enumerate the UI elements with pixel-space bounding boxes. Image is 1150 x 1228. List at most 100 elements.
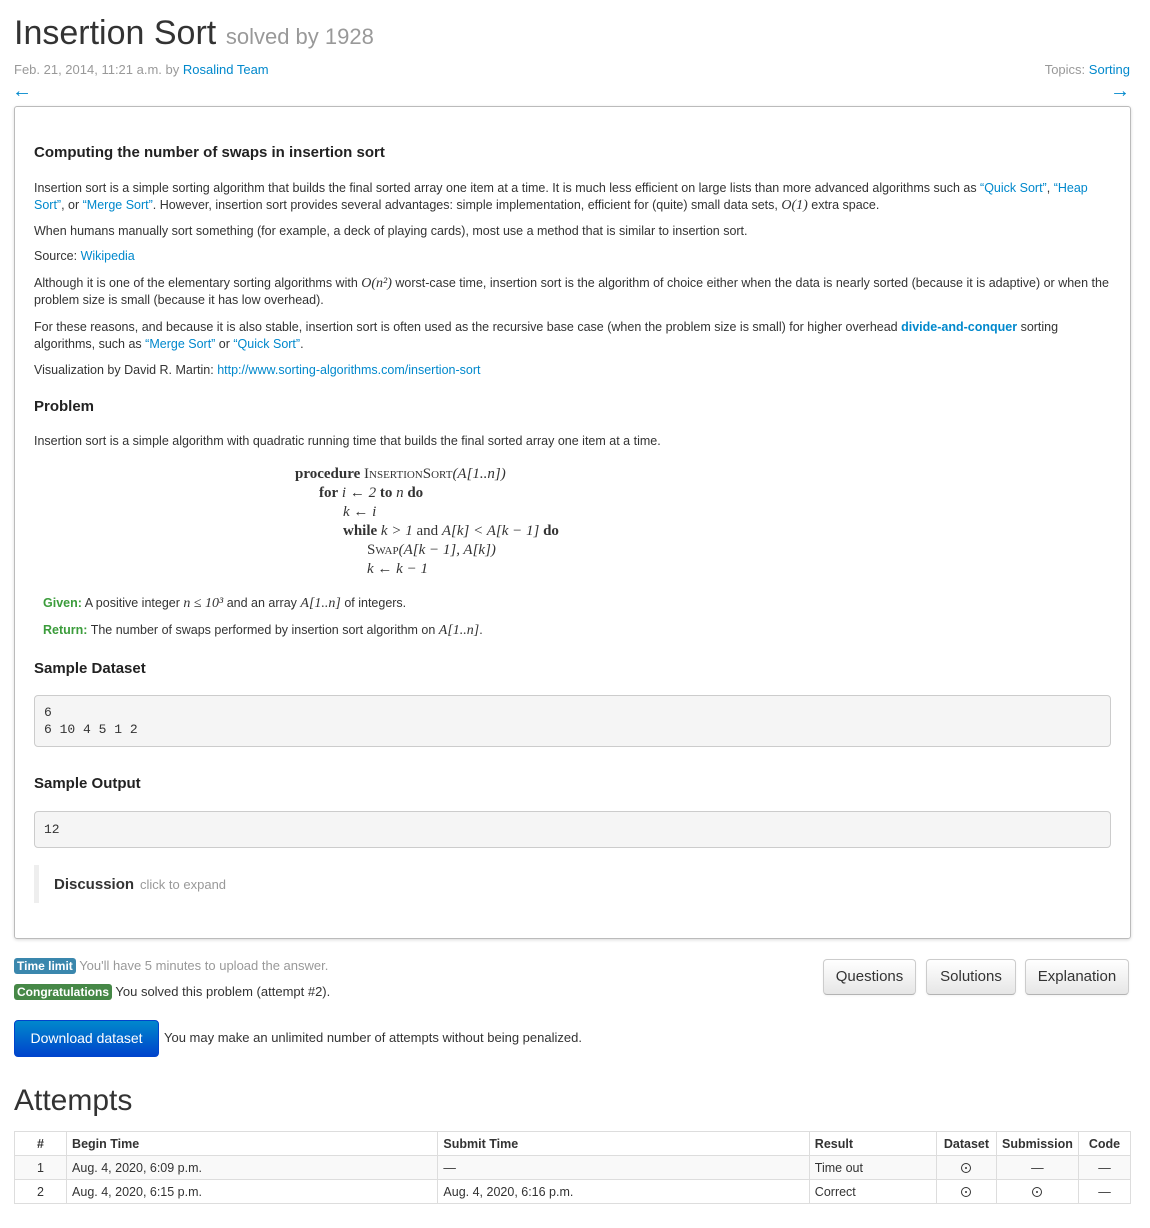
reasons-end: . <box>300 337 304 351</box>
intro-text-a: Insertion sort is a simple sorting algor… <box>34 181 981 195</box>
wikipedia-link[interactable]: Wikipedia <box>81 249 135 263</box>
reasons-paragraph: For these reasons, and because it is als… <box>34 319 1110 353</box>
math-array-2: A[1..n] <box>438 623 480 638</box>
attempt-dataset-cell <box>935 1179 997 1204</box>
pseudo-line-1: procedure InsertionSort(A[1..n]) <box>295 466 506 482</box>
given-label: Given: <box>43 596 82 610</box>
attempt-number: 2 <box>13 1179 68 1204</box>
col-code: Code <box>1077 1131 1132 1156</box>
attempt-number: 1 <box>13 1155 68 1180</box>
given-line: Given: A positive integer n ≤ 10³ and an… <box>43 596 407 611</box>
attempt-result: Time out <box>808 1155 937 1180</box>
merge-sort-link-2[interactable]: “Merge Sort” <box>145 337 215 351</box>
download-dataset-button[interactable]: Download dataset <box>14 1020 159 1057</box>
pseudo-line-2: for i ← 2 to n do <box>319 485 424 501</box>
attempt-submit-time: — <box>437 1155 810 1180</box>
attempts-header-row: # Begin Time Submit Time Result Dataset … <box>13 1131 1132 1156</box>
quick-sort-link[interactable]: “Quick Sort” <box>980 181 1047 195</box>
merge-sort-link[interactable]: “Merge Sort” <box>83 198 153 212</box>
col-dataset: Dataset <box>935 1131 997 1156</box>
problem-subheading: Problem <box>34 398 95 415</box>
author-link[interactable]: Rosalind Team <box>183 62 269 77</box>
quick-sort-link-2[interactable]: “Quick Sort” <box>233 337 300 351</box>
solutions-button[interactable]: Solutions <box>926 959 1016 995</box>
return-line: Return: The number of swaps performed by… <box>43 623 483 638</box>
math-array: A[1..n] <box>300 596 341 611</box>
divide-and-conquer-link[interactable]: divide-and-conquer <box>901 320 1017 334</box>
problem-heading: Computing the number of swaps in inserti… <box>34 144 385 161</box>
intro-comma: , <box>1046 181 1051 195</box>
unlimited-attempts-text: You may make an unlimited number of atte… <box>164 1030 582 1045</box>
pseudo-line-5: Swap(A[k − 1], A[k]) <box>367 542 496 558</box>
attempt-submission-cell <box>995 1179 1079 1204</box>
reasons-text-a: For these reasons, and because it is als… <box>34 320 902 334</box>
elementary-text-a: Although it is one of the elementary sor… <box>34 276 362 290</box>
discussion-title: Discussion <box>54 876 135 893</box>
explanation-button[interactable]: Explanation <box>1025 959 1129 995</box>
discussion-toggle[interactable]: Discussion click to expand <box>34 865 334 903</box>
sample-dataset-box: 6 6 10 4 5 1 2 <box>34 695 1111 747</box>
visualization-link[interactable]: http://www.sorting-algorithms.com/insert… <box>217 363 480 377</box>
math-on2: O(n²) <box>361 276 392 291</box>
source-label: Source: <box>34 249 81 263</box>
time-limit-text: You'll have 5 minutes to upload the answ… <box>79 958 329 973</box>
problem-statement-box: Computing the number of swaps in inserti… <box>14 106 1131 939</box>
return-label: Return: <box>43 623 88 637</box>
sample-output-box: 12 <box>34 811 1111 848</box>
elementary-paragraph: Although it is one of the elementary sor… <box>34 275 1110 309</box>
reasons-or: or <box>215 337 234 351</box>
col-begin-time: Begin Time <box>66 1131 439 1156</box>
intro-text-c: extra space. <box>807 198 880 212</box>
math-n-bound: n ≤ 10³ <box>183 596 224 611</box>
intro-text-b: . However, insertion sort provides sever… <box>152 198 782 212</box>
table-row: 2 Aug. 4, 2020, 6:15 p.m. Aug. 4, 2020, … <box>13 1179 1132 1204</box>
topics: Topics: Sorting <box>1045 62 1130 77</box>
pseudo-line-3: k ← i <box>343 504 377 520</box>
attempt-result: Correct <box>808 1179 937 1204</box>
attempt-code: — <box>1077 1155 1132 1180</box>
attempts-heading: Attempts <box>14 1084 133 1117</box>
topic-link-sorting[interactable]: Sorting <box>1089 62 1130 77</box>
col-result: Result <box>808 1131 937 1156</box>
topics-label: Topics: <box>1044 62 1086 77</box>
pseudocode-block: procedure InsertionSort(A[1..n]) for i ←… <box>295 465 559 579</box>
solved-count: solved by 1928 <box>225 24 374 49</box>
questions-button[interactable]: Questions <box>823 959 916 995</box>
intro-or: , or <box>61 198 83 212</box>
math-o1: O(1) <box>781 198 808 213</box>
visualization-line: Visualization by David R. Martin: http:/… <box>34 362 480 379</box>
download-circle-icon[interactable] <box>961 1163 972 1174</box>
prev-problem-arrow-icon[interactable]: ← <box>12 80 32 103</box>
time-limit-badge: Time limit <box>14 958 76 974</box>
humans-paragraph: When humans manually sort something (for… <box>34 224 748 238</box>
col-number: # <box>13 1131 68 1156</box>
next-problem-arrow-icon[interactable]: → <box>1110 80 1130 103</box>
attempt-submission: — <box>995 1155 1079 1180</box>
page-title: Insertion Sort <box>14 14 217 52</box>
download-circle-icon[interactable] <box>1032 1187 1043 1198</box>
sample-output-heading: Sample Output <box>34 775 141 792</box>
col-submit-time: Submit Time <box>437 1131 810 1156</box>
attempt-code: — <box>1077 1179 1132 1204</box>
viz-label: Visualization by David R. Martin: <box>34 363 218 377</box>
attempt-begin-time: Aug. 4, 2020, 6:09 p.m. <box>66 1155 439 1180</box>
download-circle-icon[interactable] <box>961 1187 972 1198</box>
attempt-submit-time: Aug. 4, 2020, 6:16 p.m. <box>437 1179 810 1204</box>
table-row: 1 Aug. 4, 2020, 6:09 p.m. — Time out — — <box>13 1155 1132 1180</box>
attempt-begin-time: Aug. 4, 2020, 6:15 p.m. <box>66 1179 439 1204</box>
problem-description: Insertion sort is a simple algorithm wit… <box>34 434 661 448</box>
problem-meta: Feb. 21, 2014, 11:21 a.m. by Rosalind Te… <box>14 62 269 77</box>
attempt-dataset-cell <box>935 1155 997 1180</box>
time-limit-line: Time limit You'll have 5 minutes to uplo… <box>14 958 328 974</box>
intro-paragraph: Insertion sort is a simple sorting algor… <box>34 180 1110 214</box>
pseudo-line-4: while k > 1 and A[k] < A[k − 1] do <box>343 523 559 539</box>
page-title-row: Insertion Sort solved by 1928 <box>14 14 374 53</box>
pseudo-line-6: k ← k − 1 <box>367 561 428 577</box>
problem-date: Feb. 21, 2014, 11:21 a.m. by <box>14 62 180 77</box>
congrats-badge: Congratulations <box>14 984 112 1000</box>
col-submission: Submission <box>995 1131 1079 1156</box>
discussion-hint: click to expand <box>140 877 227 892</box>
congrats-text: You solved this problem (attempt #2). <box>115 984 331 999</box>
sample-dataset-heading: Sample Dataset <box>34 660 146 677</box>
congrats-line: Congratulations You solved this problem … <box>14 984 330 1000</box>
